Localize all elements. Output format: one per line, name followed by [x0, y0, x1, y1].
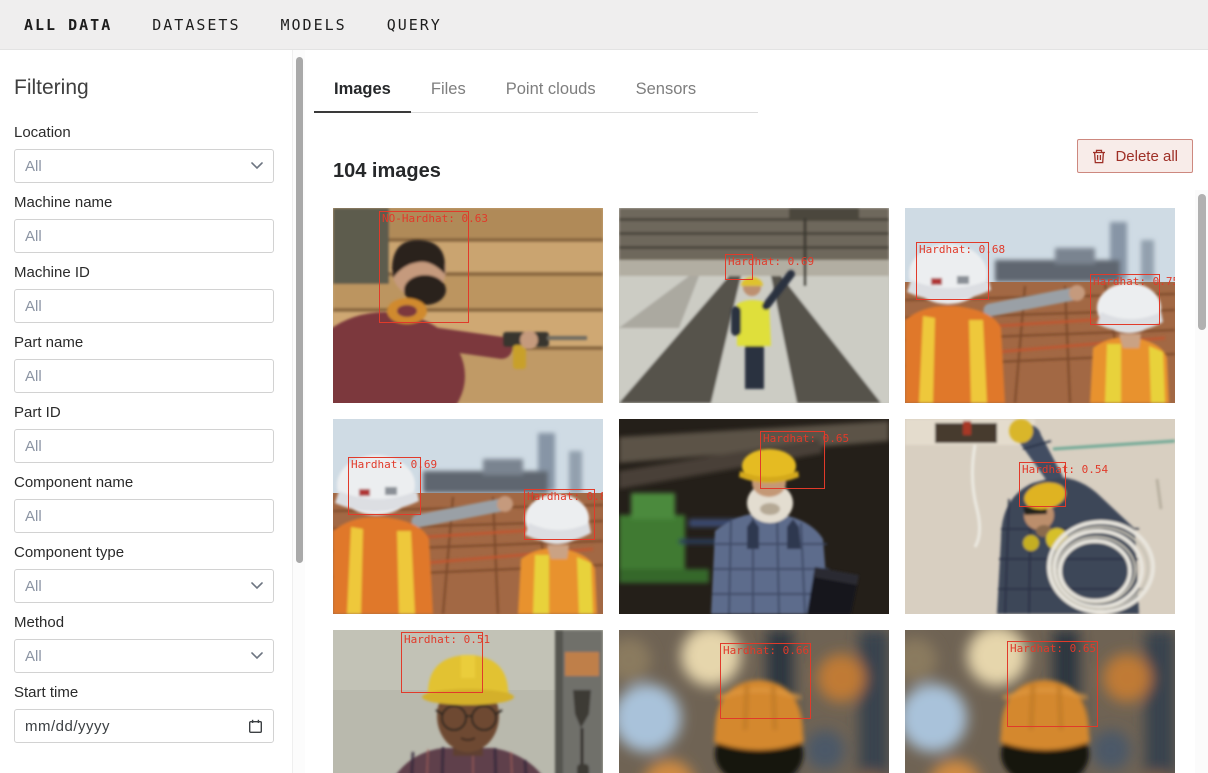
photo-factory-hall-worker [619, 208, 889, 403]
main-scrollbar-thumb[interactable] [1198, 194, 1206, 330]
top-nav: ALL DATA DATASETS MODELS QUERY [0, 0, 1208, 50]
detection-bbox: Hardhat: 0.65 [760, 431, 825, 489]
nav-item-all-data[interactable]: ALL DATA [24, 16, 112, 34]
machine-id-input[interactable] [14, 289, 274, 323]
nav-item-models[interactable]: MODELS [281, 16, 347, 34]
image-thumbnail[interactable]: Hardhat: 0.69 Hardhat: 0.81 [333, 419, 603, 614]
filter-label: Part ID [14, 404, 274, 421]
filter-group-component-type: Component type All [14, 544, 274, 603]
detection-label: Hardhat: 0.81 [527, 490, 603, 503]
component-name-input[interactable] [14, 499, 274, 533]
filter-label: Method [14, 614, 274, 631]
filter-group-method: Method All [14, 614, 274, 673]
component-type-select[interactable]: All [14, 569, 274, 603]
detection-bbox: NO-Hardhat: 0.63 [379, 211, 469, 323]
filter-label: Part name [14, 334, 274, 351]
image-thumbnail[interactable]: Hardhat: 0.68 Hardhat: 0.75 [905, 208, 1175, 403]
image-thumbnail[interactable]: Hardhat: 0.66 [619, 630, 889, 773]
detection-bbox: Hardhat: 0.81 [524, 489, 595, 540]
delete-all-label: Delete all [1115, 148, 1178, 165]
filter-label: Start time [14, 684, 274, 701]
filter-group-location: Location All [14, 124, 274, 183]
filter-group-start-time: Start time mm/dd/yyyy [14, 684, 274, 743]
image-thumbnail[interactable]: Hardhat: 0.51 [333, 630, 603, 773]
filter-label: Location [14, 124, 274, 141]
detection-bbox: Hardhat: 0.54 [1019, 462, 1066, 507]
machine-name-input[interactable] [14, 219, 274, 253]
chevron-down-icon [251, 582, 263, 590]
image-thumbnail[interactable]: Hardhat: 0.69 [619, 208, 889, 403]
tab-sensors[interactable]: Sensors [616, 80, 717, 112]
nav-item-query[interactable]: QUERY [387, 16, 442, 34]
chevron-down-icon [251, 652, 263, 660]
filter-label: Machine name [14, 194, 274, 211]
image-count-heading: 104 images [333, 160, 441, 183]
nav-item-datasets[interactable]: DATASETS [152, 16, 240, 34]
detection-label: Hardhat: 0.69 [728, 255, 814, 268]
part-id-input[interactable] [14, 429, 274, 463]
select-value: All [25, 158, 42, 175]
detection-bbox: Hardhat: 0.69 [725, 254, 753, 280]
detection-bbox: Hardhat: 0.68 [916, 242, 989, 300]
detection-label: Hardhat: 0.65 [763, 432, 849, 445]
detection-bbox: Hardhat: 0.69 [348, 457, 421, 515]
date-placeholder: mm/dd/yyyy [25, 718, 110, 735]
detection-label: Hardhat: 0.51 [404, 633, 490, 646]
image-thumbnail[interactable]: Hardhat: 0.65 [905, 630, 1175, 773]
filter-panel: Filtering Location All Machine name Mach… [0, 50, 292, 773]
sidebar-scrollbar-thumb[interactable] [296, 57, 303, 563]
location-select[interactable]: All [14, 149, 274, 183]
filter-group-part-name: Part name [14, 334, 274, 393]
main-scrollbar[interactable] [1195, 190, 1208, 773]
delete-all-button[interactable]: Delete all [1077, 139, 1193, 173]
detection-label: Hardhat: 0.54 [1022, 463, 1108, 476]
part-name-input[interactable] [14, 359, 274, 393]
main-content: Images Files Point clouds Sensors 104 im… [305, 50, 1208, 773]
detection-label: Hardhat: 0.66 [723, 644, 809, 657]
select-value: All [25, 578, 42, 595]
trash-icon [1092, 149, 1106, 164]
filter-label: Machine ID [14, 264, 274, 281]
detection-label: Hardhat: 0.68 [919, 243, 1005, 256]
detection-bbox: Hardhat: 0.66 [720, 643, 811, 719]
tab-files[interactable]: Files [411, 80, 486, 112]
chevron-down-icon [251, 162, 263, 170]
start-time-date-input[interactable]: mm/dd/yyyy [14, 709, 274, 743]
filter-label: Component type [14, 544, 274, 561]
photo-electrician-cable-coil [905, 419, 1175, 614]
filter-group-machine-name: Machine name [14, 194, 274, 253]
content-tabs: Images Files Point clouds Sensors [314, 80, 758, 113]
detection-label: Hardhat: 0.69 [351, 458, 437, 471]
detection-bbox: Hardhat: 0.51 [401, 632, 483, 693]
image-thumbnail[interactable]: Hardhat: 0.54 [905, 419, 1175, 614]
photo-tablet-worker [619, 419, 889, 614]
detection-bbox: Hardhat: 0.75 [1090, 274, 1160, 325]
tab-point-clouds[interactable]: Point clouds [486, 80, 616, 112]
filter-label: Component name [14, 474, 274, 491]
detection-bbox: Hardhat: 0.65 [1007, 641, 1098, 727]
detection-label: Hardhat: 0.75 [1093, 275, 1175, 288]
image-thumbnail[interactable]: NO-Hardhat: 0.63 [333, 208, 603, 403]
select-value: All [25, 648, 42, 665]
calendar-icon [248, 719, 263, 734]
filter-group-part-id: Part ID [14, 404, 274, 463]
image-grid: NO-Hardhat: 0.63 Hardhat: 0.69 Hardhat: … [333, 208, 1175, 773]
sidebar-scrollbar[interactable] [292, 50, 305, 773]
filter-group-component-name: Component name [14, 474, 274, 533]
image-thumbnail[interactable]: Hardhat: 0.65 [619, 419, 889, 614]
filter-panel-title: Filtering [14, 76, 274, 100]
detection-label: Hardhat: 0.65 [1010, 642, 1096, 655]
method-select[interactable]: All [14, 639, 274, 673]
tab-images[interactable]: Images [314, 80, 411, 113]
detection-label: NO-Hardhat: 0.63 [382, 212, 488, 225]
filter-group-machine-id: Machine ID [14, 264, 274, 323]
